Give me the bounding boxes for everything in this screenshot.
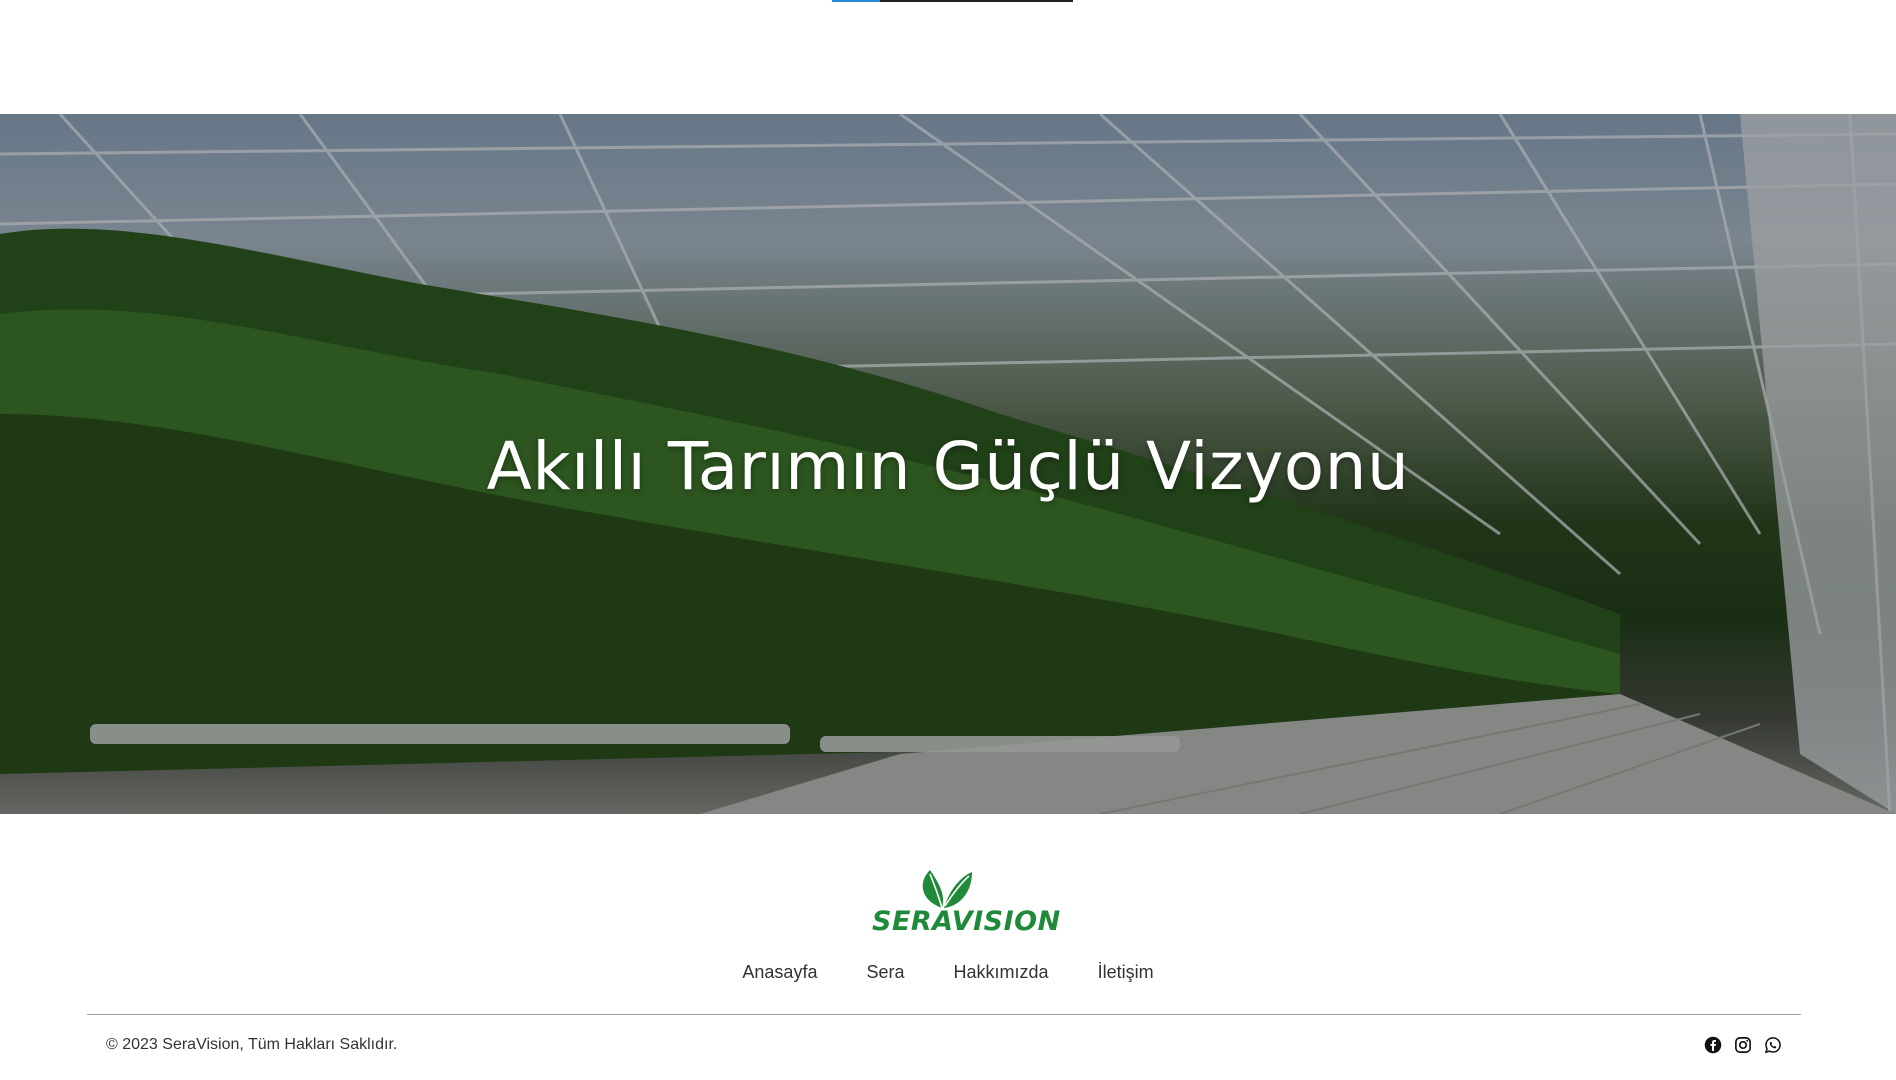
nav-iletisim[interactable]: İletişim — [1098, 962, 1154, 983]
leaf-icon — [922, 870, 972, 909]
nav-hakkimizda[interactable]: Hakkımızda — [954, 962, 1049, 983]
social-links — [1704, 1036, 1782, 1054]
instagram-icon[interactable] — [1734, 1036, 1752, 1054]
nav-sera[interactable]: Sera — [866, 962, 904, 983]
logo-text: SERAVISION — [872, 906, 1061, 937]
nav-anasayfa[interactable]: Anasayfa — [742, 962, 817, 983]
hero-banner: Akıllı Tarımın Güçlü Vizyonu — [0, 114, 1896, 814]
seravision-logo[interactable]: SERAVISION — [872, 864, 1061, 944]
footer-nav: Anasayfa Sera Hakkımızda İletişim — [0, 962, 1896, 983]
facebook-icon[interactable] — [1704, 1036, 1722, 1054]
top-bar — [0, 0, 1896, 114]
footer: SERAVISION Anasayfa Sera Hakkımızda İlet… — [0, 814, 1896, 1080]
scroll-indicator-active — [832, 0, 880, 2]
copyright-text: © 2023 SeraVision, Tüm Hakları Saklıdır. — [106, 1036, 398, 1053]
hero-title: Akıllı Tarımın Güçlü Vizyonu — [486, 428, 1410, 505]
footer-divider — [87, 1014, 1801, 1015]
scroll-indicator — [832, 0, 1073, 2]
whatsapp-icon[interactable] — [1764, 1036, 1782, 1054]
